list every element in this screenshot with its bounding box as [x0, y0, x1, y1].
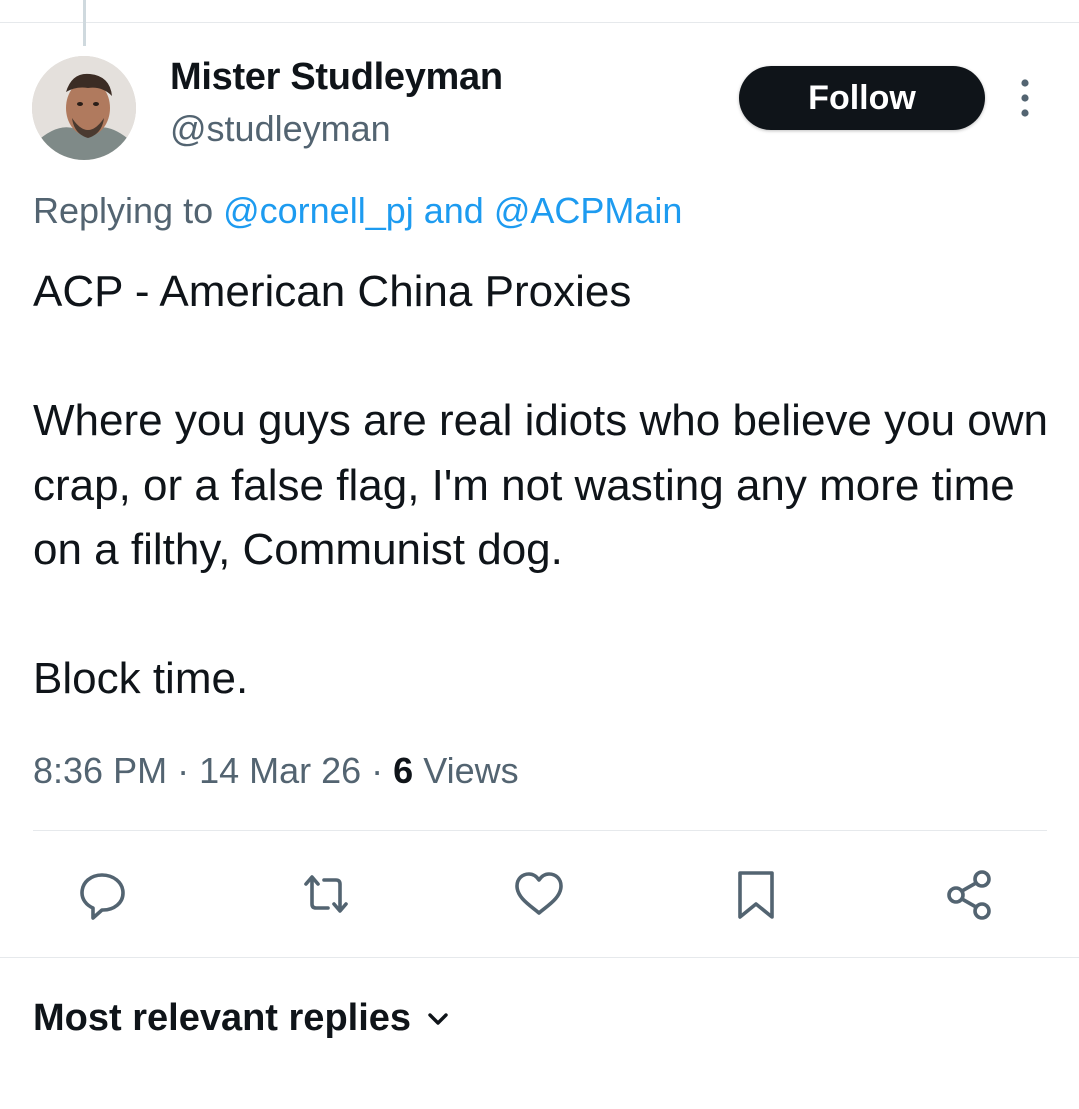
follow-button[interactable]: Follow — [739, 66, 985, 130]
mention-cornell-pj[interactable]: @cornell_pj — [223, 190, 414, 231]
author-handle[interactable]: @studleyman — [170, 108, 391, 150]
views-label: Views — [413, 750, 519, 791]
avatar[interactable] — [32, 56, 136, 160]
chevron-down-icon — [428, 1012, 448, 1025]
tweet-date[interactable]: 14 Mar 26 — [199, 750, 361, 791]
replying-to-prefix: Replying to — [33, 190, 224, 231]
tweet-text: ACP - American China Proxies Where you g… — [33, 267, 1048, 703]
section-divider — [0, 957, 1079, 958]
more-options-icon[interactable] — [1008, 76, 1042, 120]
meta-separator: · — [167, 750, 200, 791]
replying-to: Replying to @cornell_pj and @ACPMain — [33, 190, 682, 232]
avatar-image — [32, 56, 136, 160]
mention-acpmain[interactable]: @ACPMain — [494, 190, 683, 231]
bookmark-icon[interactable] — [728, 866, 784, 922]
reply-icon[interactable] — [75, 866, 131, 922]
tweet-time[interactable]: 8:36 PM — [33, 750, 167, 791]
replying-to-joiner: and — [413, 190, 494, 231]
tweet-meta: 8:36 PM · 14 Mar 26 · 6 Views — [33, 750, 519, 792]
share-icon[interactable] — [942, 866, 998, 922]
author-display-name[interactable]: Mister Studleyman — [170, 56, 503, 99]
replies-sort-dropdown[interactable]: Most relevant replies — [33, 997, 451, 1040]
thread-connector-line — [83, 0, 86, 46]
replies-sort-label: Most relevant replies — [33, 997, 412, 1039]
like-icon[interactable] — [511, 866, 567, 922]
views-count: 6 — [393, 750, 414, 791]
meta-divider — [33, 830, 1047, 831]
top-divider — [0, 22, 1079, 23]
retweet-icon[interactable] — [298, 866, 354, 922]
meta-separator: · — [361, 750, 394, 791]
